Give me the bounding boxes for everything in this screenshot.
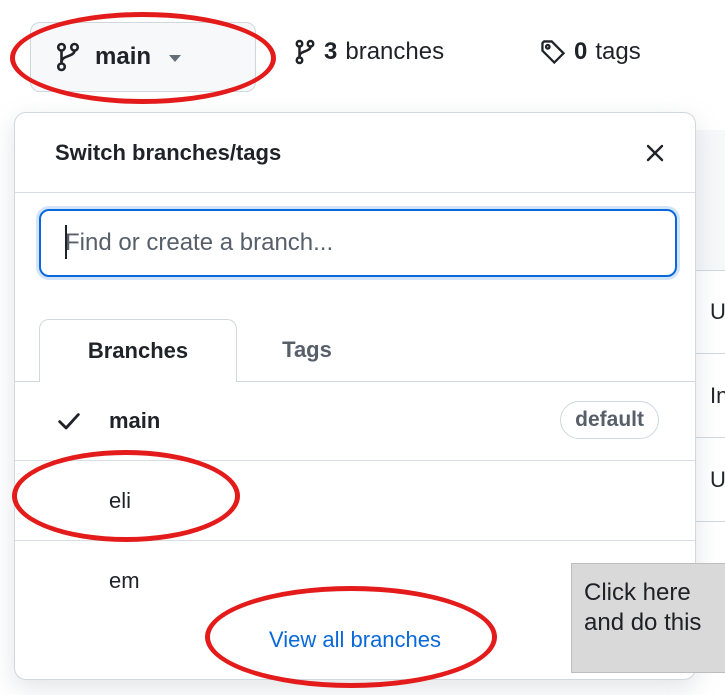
branch-item-main[interactable]: main default: [15, 381, 695, 461]
branches-word: branches: [345, 38, 445, 65]
file-list-header: [696, 130, 725, 271]
screenshot-root: U In U main 3 branches 0 tags: [0, 0, 725, 695]
text-cursor: [65, 225, 67, 259]
default-badge: default: [560, 401, 659, 439]
branch-search-input[interactable]: [65, 229, 675, 257]
chevron-down-icon: [169, 55, 182, 62]
branch-item-label: eli: [109, 487, 132, 513]
branches-link[interactable]: 3 branches: [294, 38, 444, 66]
branch-select-button[interactable]: main: [30, 22, 256, 92]
callout-line-1: Click here: [584, 579, 691, 606]
dropdown-tabs: Branches Tags: [15, 319, 695, 382]
tags-word: tags: [595, 38, 641, 65]
instruction-callout: Click here and do this: [571, 563, 725, 673]
file-list-row-text: U: [710, 298, 725, 324]
close-icon: [646, 144, 664, 162]
branch-item-eli[interactable]: eli: [15, 461, 695, 541]
tags-link[interactable]: 0 tags: [540, 38, 641, 66]
tab-branches[interactable]: Branches: [39, 319, 237, 382]
file-list-row-text: In: [710, 382, 725, 408]
dropdown-title: Switch branches/tags: [55, 139, 282, 165]
view-all-branches-label: View all branches: [268, 627, 442, 652]
tags-count: 0: [574, 38, 588, 65]
tab-branches-label: Branches: [87, 338, 189, 363]
tab-tags[interactable]: Tags: [237, 319, 377, 381]
branch-item-label: em: [109, 568, 140, 593]
git-branch-icon: [295, 39, 315, 65]
branches-count: 3: [324, 38, 338, 65]
file-list-row[interactable]: U: [696, 438, 725, 522]
tab-tags-label: Tags: [282, 337, 332, 362]
file-list-row[interactable]: In: [696, 354, 725, 438]
callout-line-2: and do this: [584, 609, 702, 636]
dropdown-header: Switch branches/tags: [15, 113, 695, 193]
close-button[interactable]: [639, 137, 671, 169]
file-list-row[interactable]: U: [696, 270, 725, 354]
branch-select-label: main: [95, 43, 152, 70]
git-branch-icon: [56, 42, 80, 72]
file-list-row-text: U: [710, 466, 725, 492]
branch-search-field[interactable]: [39, 209, 677, 277]
check-icon: [58, 413, 80, 430]
tag-icon: [541, 40, 566, 65]
branch-item-label: main: [109, 407, 161, 433]
